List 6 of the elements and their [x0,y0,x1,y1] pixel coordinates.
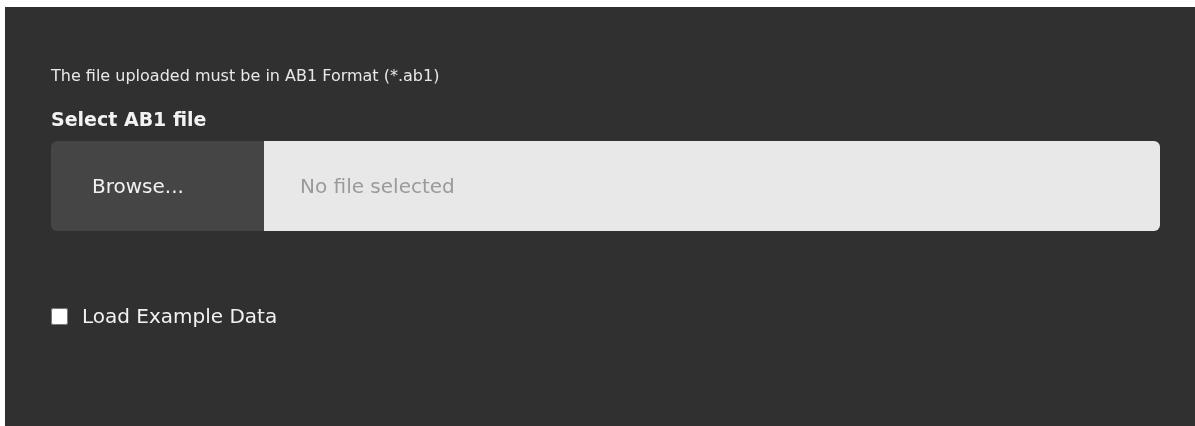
browse-button[interactable]: Browse... [51,141,264,231]
file-name-field[interactable]: No file selected [264,141,1160,231]
checkbox-label: Load Example Data [82,303,278,330]
field-label: Select AB1 file [51,107,207,132]
help-text: The file uploaded must be in AB1 Format (*.ab1) [51,65,441,87]
checkbox[interactable] [51,307,68,325]
